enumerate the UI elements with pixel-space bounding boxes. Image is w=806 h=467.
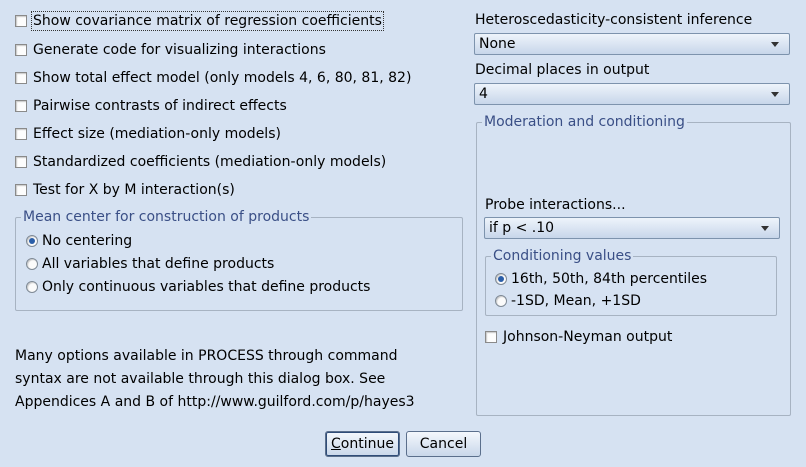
pairwise-contrasts-label: Pairwise contrasts of indirect effects bbox=[33, 98, 287, 114]
probe-interactions-label: Probe interactions... bbox=[485, 197, 626, 213]
effect-size-label: Effect size (mediation-only models) bbox=[33, 126, 281, 142]
probe-interactions-dropdown[interactable]: if p < .10 bbox=[484, 217, 780, 239]
radio-percentiles[interactable]: 16th, 50th, 84th percentiles bbox=[495, 269, 707, 289]
radio-label: -1SD, Mean, +1SD bbox=[511, 293, 641, 309]
cancel-button-label: Cancel bbox=[419, 436, 468, 452]
generate-code-label: Generate code for visualizing interactio… bbox=[33, 42, 326, 58]
continue-button-label: Continue bbox=[331, 436, 394, 452]
hc-inference-value: None bbox=[479, 36, 516, 52]
radio-label: No centering bbox=[42, 233, 133, 249]
effect-size-checkbox[interactable]: Effect size (mediation-only models) bbox=[15, 124, 281, 144]
continue-button[interactable]: Continue bbox=[325, 431, 400, 457]
decimal-places-label: Decimal places in output bbox=[475, 62, 650, 78]
checkbox-box[interactable] bbox=[15, 100, 27, 112]
radio-no-centering[interactable]: No centering bbox=[26, 231, 132, 251]
chevron-down-icon bbox=[771, 91, 779, 97]
moderation-legend: Moderation and conditioning bbox=[482, 114, 687, 130]
radio-label: Only continuous variables that define pr… bbox=[42, 279, 371, 295]
radio-button[interactable] bbox=[495, 273, 507, 285]
info-note-line: Many options available in PROCESS throug… bbox=[15, 348, 398, 364]
total-effect-label: Show total effect model (only models 4, … bbox=[33, 70, 412, 86]
radio-label: 16th, 50th, 84th percentiles bbox=[511, 271, 708, 287]
radio-all-variables[interactable]: All variables that define products bbox=[26, 254, 274, 274]
chevron-down-icon bbox=[761, 225, 769, 231]
checkbox-box[interactable] bbox=[15, 44, 27, 56]
checkbox-box[interactable] bbox=[15, 128, 27, 140]
radio-button[interactable] bbox=[26, 281, 38, 293]
probe-interactions-value: if p < .10 bbox=[489, 220, 555, 236]
radio-sd[interactable]: -1SD, Mean, +1SD bbox=[495, 291, 641, 311]
standardized-coefficients-label: Standardized coefficients (mediation-onl… bbox=[33, 154, 387, 170]
conditioning-legend: Conditioning values bbox=[491, 248, 634, 264]
info-note: Many options available in PROCESS throug… bbox=[15, 345, 455, 414]
chevron-down-icon bbox=[771, 41, 779, 47]
pairwise-contrasts-checkbox[interactable]: Pairwise contrasts of indirect effects bbox=[15, 96, 287, 116]
johnson-neyman-checkbox[interactable]: Johnson-Neyman output bbox=[485, 327, 672, 347]
info-note-line: Appendices A and B of http://www.guilfor… bbox=[15, 394, 415, 410]
mean-center-legend: Mean center for construction of products bbox=[21, 209, 312, 225]
radio-button[interactable] bbox=[495, 295, 507, 307]
checkbox-box[interactable] bbox=[15, 15, 27, 27]
standardized-coefficients-checkbox[interactable]: Standardized coefficients (mediation-onl… bbox=[15, 152, 386, 172]
hc-inference-label: Heteroscedasticity-consistent inference bbox=[475, 12, 753, 28]
radio-label: All variables that define products bbox=[42, 256, 275, 272]
checkbox-box[interactable] bbox=[485, 331, 497, 343]
johnson-neyman-label: Johnson-Neyman output bbox=[503, 329, 673, 345]
radio-button[interactable] bbox=[26, 235, 38, 247]
xm-interaction-checkbox[interactable]: Test for X by M interaction(s) bbox=[15, 180, 235, 200]
show-covariance-checkbox[interactable]: Show covariance matrix of regression coe… bbox=[15, 11, 384, 31]
checkbox-box[interactable] bbox=[15, 156, 27, 168]
hc-inference-dropdown[interactable]: None bbox=[474, 33, 790, 55]
decimal-places-dropdown[interactable]: 4 bbox=[474, 83, 790, 105]
checkbox-box[interactable] bbox=[15, 72, 27, 84]
generate-code-checkbox[interactable]: Generate code for visualizing interactio… bbox=[15, 40, 326, 60]
show-covariance-label: Show covariance matrix of regression coe… bbox=[31, 11, 384, 31]
cancel-button[interactable]: Cancel bbox=[406, 431, 481, 457]
checkbox-box[interactable] bbox=[15, 184, 27, 196]
decimal-places-value: 4 bbox=[479, 86, 488, 102]
total-effect-checkbox[interactable]: Show total effect model (only models 4, … bbox=[15, 68, 411, 88]
xm-interaction-label: Test for X by M interaction(s) bbox=[33, 182, 235, 198]
info-note-line: syntax are not available through this di… bbox=[15, 371, 386, 387]
radio-only-continuous[interactable]: Only continuous variables that define pr… bbox=[26, 277, 370, 297]
radio-button[interactable] bbox=[26, 258, 38, 270]
